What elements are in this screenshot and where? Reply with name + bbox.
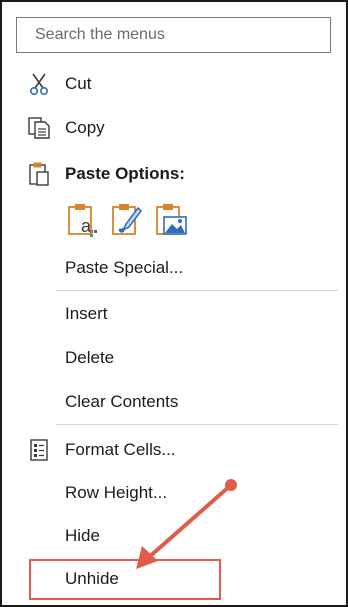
menu-item-label: Hide	[65, 526, 100, 545]
menu-item-label: Insert	[65, 304, 108, 323]
menu-item-hide[interactable]: Hide	[16, 516, 336, 556]
menu-item-insert[interactable]: Insert	[16, 294, 336, 334]
search-box[interactable]	[16, 17, 331, 53]
menu-item-label: Paste Special...	[65, 258, 184, 277]
menu-item-label: Clear Contents	[65, 392, 179, 411]
menu-item-label: Cut	[65, 74, 92, 93]
menu-item-copy[interactable]: Copy	[16, 108, 336, 148]
paste-options-row: a	[66, 202, 188, 238]
menu-item-cut[interactable]: Cut	[16, 64, 336, 104]
paste-formatting-icon[interactable]	[110, 202, 144, 238]
search-input[interactable]	[17, 18, 330, 52]
copy-icon	[26, 115, 52, 141]
menu-item-paste-special[interactable]: Paste Special...	[16, 248, 336, 288]
menu-item-clear-contents[interactable]: Clear Contents	[16, 382, 336, 422]
menu-item-label: Format Cells...	[65, 440, 176, 459]
menu-item-format-cells[interactable]: Format Cells...	[16, 430, 336, 470]
separator	[56, 290, 338, 291]
unhide-highlight-box	[29, 559, 221, 600]
menu-item-label: Row Height...	[65, 483, 168, 502]
separator	[56, 424, 338, 425]
clipboard-icon	[26, 161, 52, 187]
menu-item-delete[interactable]: Delete	[16, 338, 336, 378]
paste-picture-icon[interactable]	[154, 202, 188, 238]
menu-item-row-height[interactable]: Row Height...	[16, 473, 336, 513]
paste-options-header: Paste Options:	[16, 154, 336, 194]
format-cells-icon	[26, 437, 52, 463]
context-menu: Cut Copy Paste Options:	[0, 0, 348, 607]
menu-item-label: Copy	[65, 118, 105, 137]
menu-item-label: Delete	[65, 348, 115, 367]
scissors-icon	[26, 71, 52, 97]
menu-item-label: Paste Options:	[65, 164, 185, 183]
paste-text-icon[interactable]: a	[66, 202, 100, 238]
